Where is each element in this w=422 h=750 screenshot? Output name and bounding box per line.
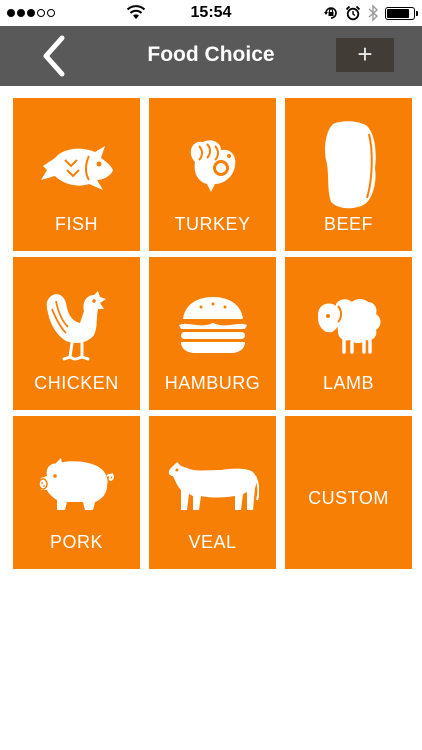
tile-label: HAMBURG <box>164 373 261 393</box>
bluetooth-icon <box>368 4 379 22</box>
chevron-left-icon <box>43 35 65 77</box>
tile-lamb[interactable]: LAMB <box>285 257 412 410</box>
turkey-icon <box>190 140 235 192</box>
battery-icon <box>385 6 418 20</box>
tile-label: CUSTOM <box>308 488 389 508</box>
add-button[interactable]: + <box>336 38 394 72</box>
tile-label: TURKEY <box>174 214 251 234</box>
tile-hamburg[interactable]: HAMBURG <box>149 257 276 410</box>
rooster-icon <box>46 291 106 361</box>
tile-beef[interactable]: BEEF <box>285 98 412 251</box>
rotation-lock-icon <box>324 7 337 19</box>
tile-label: VEAL <box>188 532 237 552</box>
tile-custom[interactable]: CUSTOM <box>285 416 412 569</box>
sheep-icon <box>317 299 380 354</box>
tile-veal[interactable]: VEAL <box>149 416 276 569</box>
tile-chicken[interactable]: CHICKEN <box>13 257 140 410</box>
food-grid: FISH TURKEY BEEF CHICKEN HAMBURG LAMB PO… <box>13 98 412 569</box>
back-button[interactable] <box>34 34 78 78</box>
tile-pork[interactable]: PORK <box>13 416 140 569</box>
beef-icon <box>324 121 376 209</box>
tile-label: CHICKEN <box>34 373 119 393</box>
tile-turkey[interactable]: TURKEY <box>149 98 276 251</box>
tile-label: LAMB <box>322 373 375 393</box>
hamburger-icon <box>178 297 247 353</box>
tile-label: PORK <box>49 532 103 552</box>
tile-label: FISH <box>54 214 98 234</box>
status-bar: 15:54 <box>0 0 422 26</box>
alarm-icon <box>345 5 361 21</box>
navigation-bar: Food Choice + <box>0 26 422 86</box>
fish-icon <box>40 146 113 190</box>
calf-icon <box>168 462 259 510</box>
pig-icon <box>37 458 114 510</box>
tile-label: BEEF <box>323 214 373 234</box>
tile-fish[interactable]: FISH <box>13 98 140 251</box>
